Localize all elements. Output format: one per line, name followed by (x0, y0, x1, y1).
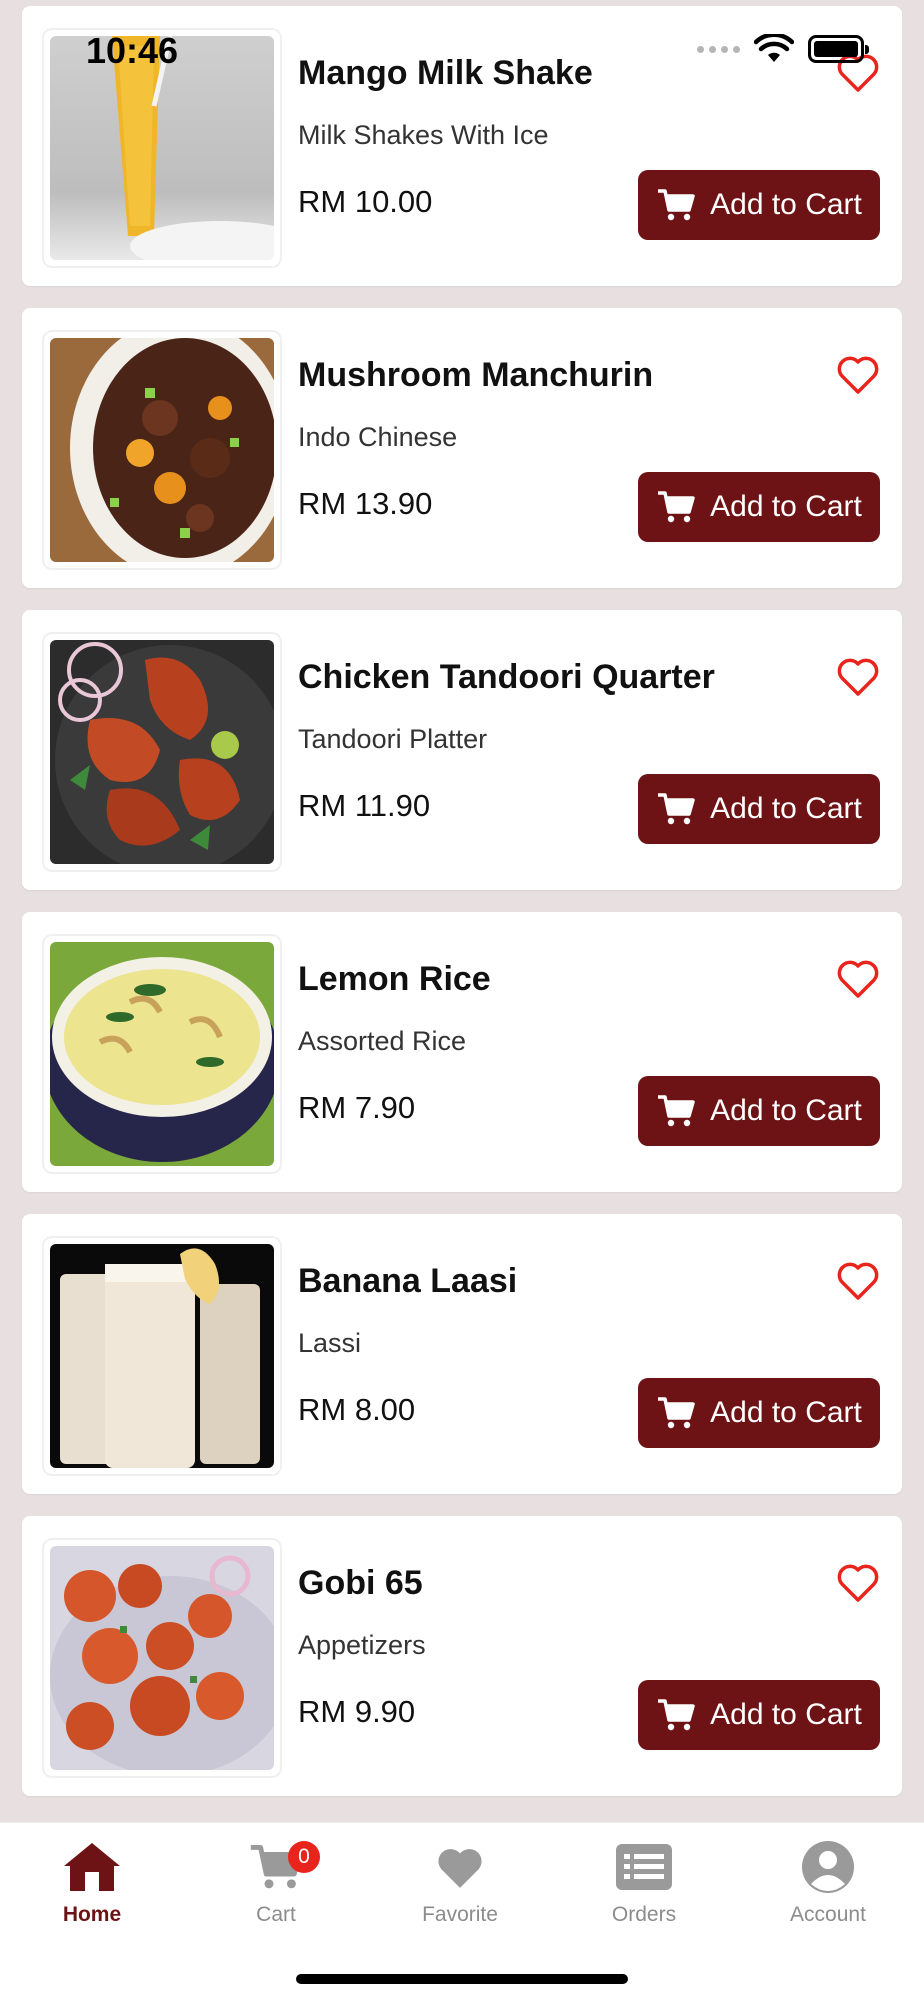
add-to-cart-label: Add to Cart (710, 188, 862, 221)
product-card[interactable]: Gobi 65 Appetizers RM 9.90 Add to Cart (22, 1516, 902, 1796)
product-image[interactable] (50, 1244, 274, 1468)
product-price: RM 13.90 (298, 486, 433, 521)
product-name: Chicken Tandoori Quarter (298, 658, 715, 696)
product-card[interactable]: Mushroom Manchurin Indo Chinese RM 13.90… (22, 308, 902, 588)
product-image-frame (42, 330, 282, 570)
cart-icon (658, 1095, 695, 1127)
nav-account-label: Account (790, 1903, 866, 1926)
product-card[interactable]: Mango Milk Shake Milk Shakes With Ice RM… (22, 6, 902, 286)
product-image-frame (42, 934, 282, 1174)
product-price: RM 8.00 (298, 1392, 416, 1427)
add-to-cart-button[interactable]: Add to Cart (638, 170, 880, 240)
product-category: Tandoori Platter (298, 724, 488, 754)
product-price: RM 10.00 (298, 184, 433, 219)
add-to-cart-label: Add to Cart (710, 1094, 862, 1127)
favorite-heart-icon[interactable] (834, 350, 882, 398)
cart-icon (658, 189, 695, 221)
product-category: Milk Shakes With Ice (298, 120, 549, 150)
add-to-cart-label: Add to Cart (710, 792, 862, 825)
product-image[interactable] (50, 640, 274, 864)
nav-home-label: Home (62, 1903, 122, 1926)
nav-orders[interactable]: Orders (552, 1837, 736, 1927)
product-name: Banana Laasi (298, 1262, 518, 1300)
favorite-heart-icon[interactable] (834, 652, 882, 700)
product-name: Mushroom Manchurin (298, 356, 654, 394)
favorite-heart-icon[interactable] (834, 1558, 882, 1606)
product-card[interactable]: Lemon Rice Assorted Rice RM 7.90 Add to … (22, 912, 902, 1192)
nav-orders-label: Orders (611, 1903, 677, 1926)
add-to-cart-label: Add to Cart (710, 1698, 862, 1731)
cart-count-badge: 0 (288, 1841, 320, 1873)
product-category: Lassi (298, 1328, 362, 1358)
heart-icon (438, 1849, 482, 1888)
product-category: Assorted Rice (298, 1026, 467, 1056)
cart-icon (658, 1397, 695, 1429)
product-image[interactable] (50, 338, 274, 562)
nav-cart-label: Cart (256, 1903, 296, 1926)
product-card[interactable]: Chicken Tandoori Quarter Tandoori Platte… (22, 610, 902, 890)
product-category: Appetizers (298, 1630, 426, 1660)
product-name: Lemon Rice (298, 960, 491, 998)
product-category: Indo Chinese (298, 422, 458, 452)
favorite-heart-icon[interactable] (834, 48, 882, 96)
add-to-cart-label: Add to Cart (710, 490, 862, 523)
add-to-cart-button[interactable]: Add to Cart (638, 472, 880, 542)
cart-icon (658, 1699, 695, 1731)
favorite-heart-icon[interactable] (834, 1256, 882, 1304)
home-indicator (296, 1974, 628, 1984)
home-icon (64, 1843, 120, 1891)
product-name: Gobi 65 (298, 1564, 423, 1602)
product-image[interactable] (50, 36, 274, 260)
add-to-cart-button[interactable]: Add to Cart (638, 774, 880, 844)
product-image-frame (42, 1538, 282, 1778)
orders-list-icon (616, 1844, 672, 1890)
add-to-cart-label: Add to Cart (710, 1396, 862, 1429)
add-to-cart-button[interactable]: Add to Cart (638, 1680, 880, 1750)
product-name: Mango Milk Shake (298, 54, 593, 92)
product-image-frame (42, 28, 282, 268)
account-icon (802, 1841, 854, 1893)
product-price: RM 9.90 (298, 1694, 416, 1729)
add-to-cart-button[interactable]: Add to Cart (638, 1076, 880, 1146)
nav-favorite-label: Favorite (422, 1903, 498, 1926)
nav-cart[interactable]: 0 Cart (184, 1837, 368, 1927)
product-list: Mango Milk Shake Milk Shakes With Ice RM… (22, 6, 902, 1818)
product-image[interactable] (50, 942, 274, 1166)
product-image[interactable] (50, 1546, 274, 1770)
nav-home[interactable]: Home (0, 1837, 184, 1927)
cart-icon (658, 491, 695, 523)
product-price: RM 11.90 (298, 788, 431, 823)
product-image-frame (42, 632, 282, 872)
nav-account[interactable]: Account (736, 1837, 920, 1927)
nav-favorite[interactable]: Favorite (368, 1837, 552, 1927)
product-price: RM 7.90 (298, 1090, 416, 1125)
add-to-cart-button[interactable]: Add to Cart (638, 1378, 880, 1448)
cart-icon (658, 793, 695, 825)
favorite-heart-icon[interactable] (834, 954, 882, 1002)
product-image-frame (42, 1236, 282, 1476)
product-card[interactable]: Banana Laasi Lassi RM 8.00 Add to Cart (22, 1214, 902, 1494)
